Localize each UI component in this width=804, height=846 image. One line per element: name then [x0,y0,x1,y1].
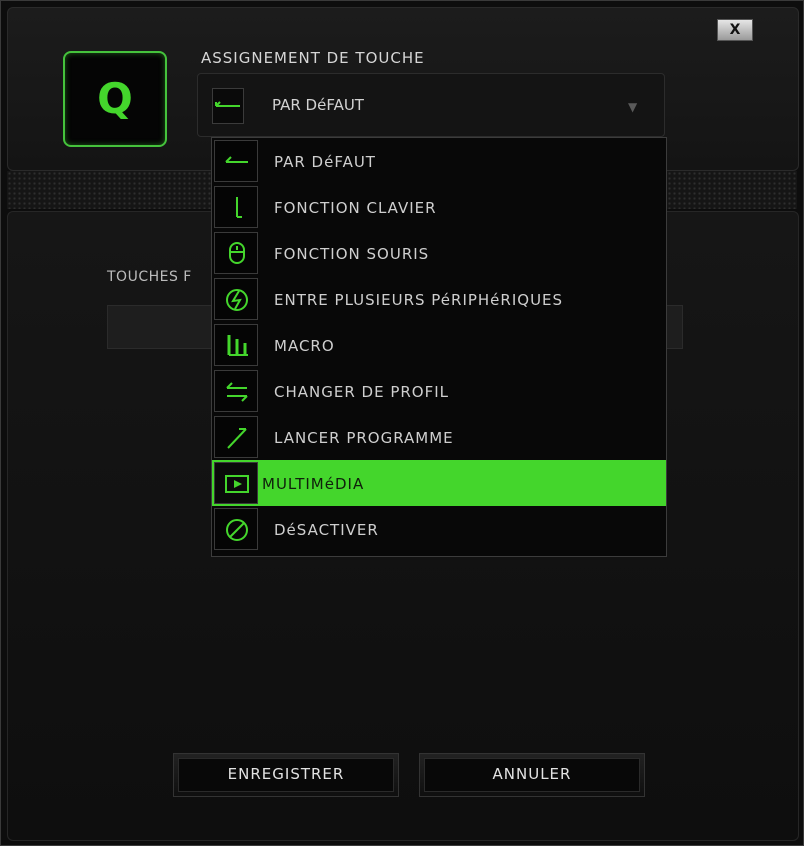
save-button-label: ENREGISTRER [227,765,345,783]
cancel-button[interactable]: ANNULER [419,753,645,797]
key-assignment-window: X Q ASSIGNEMENT DE TOUCHE PAR DéFAUT ▼ T… [0,0,804,846]
menu-item-label: FONCTION CLAVIER [274,199,437,217]
menu-item-macro[interactable]: MACRO [212,322,666,368]
cancel-button-label: ANNULER [492,765,572,783]
keys-label: TOUCHES F [107,269,192,285]
launch-program-icon [214,416,258,458]
multimedia-icon [214,462,258,504]
key-preview: Q [63,51,167,147]
select-value: PAR DéFAUT [272,96,364,114]
chevron-down-icon[interactable]: ▼ [628,100,637,114]
menu-item-label: DéSACTIVER [274,521,379,539]
disable-icon [214,508,258,550]
default-arrow-icon [212,88,244,124]
assignment-select[interactable]: PAR DéFAUT ▼ [197,73,665,137]
menu-item-label: MULTIMéDIA [262,475,365,493]
default-arrow-icon [214,140,258,182]
save-button[interactable]: ENREGISTRER [173,753,399,797]
menu-item-label: FONCTION SOURIS [274,245,430,263]
menu-item-label: ENTRE PLUSIEURS PéRIPHéRIQUES [274,291,564,309]
inter-device-icon [214,278,258,320]
section-title: ASSIGNEMENT DE TOUCHE [201,49,425,67]
close-button[interactable]: X [717,19,753,41]
macro-icon [214,324,258,366]
menu-item-label: CHANGER DE PROFIL [274,383,450,401]
switch-profile-icon [214,370,258,412]
menu-item-label: LANCER PROGRAMME [274,429,454,447]
menu-item-multimedia[interactable]: MULTIMéDIA [212,460,666,506]
key-letter: Q [97,74,133,123]
menu-item-mouse-function[interactable]: FONCTION SOURIS [212,230,666,276]
menu-item-inter-device[interactable]: ENTRE PLUSIEURS PéRIPHéRIQUES [212,276,666,322]
keyboard-function-icon [214,186,258,228]
menu-item-label: PAR DéFAUT [274,153,376,171]
menu-item-switch-profile[interactable]: CHANGER DE PROFIL [212,368,666,414]
mouse-icon [214,232,258,274]
menu-item-keyboard-function[interactable]: FONCTION CLAVIER [212,184,666,230]
menu-item-disable[interactable]: DéSACTIVER [212,506,666,552]
menu-item-label: MACRO [274,337,335,355]
assignment-dropdown-menu: PAR DéFAUT FONCTION CLAVIER FONCTION SOU… [211,137,667,557]
menu-item-default[interactable]: PAR DéFAUT [212,138,666,184]
menu-item-launch-program[interactable]: LANCER PROGRAMME [212,414,666,460]
